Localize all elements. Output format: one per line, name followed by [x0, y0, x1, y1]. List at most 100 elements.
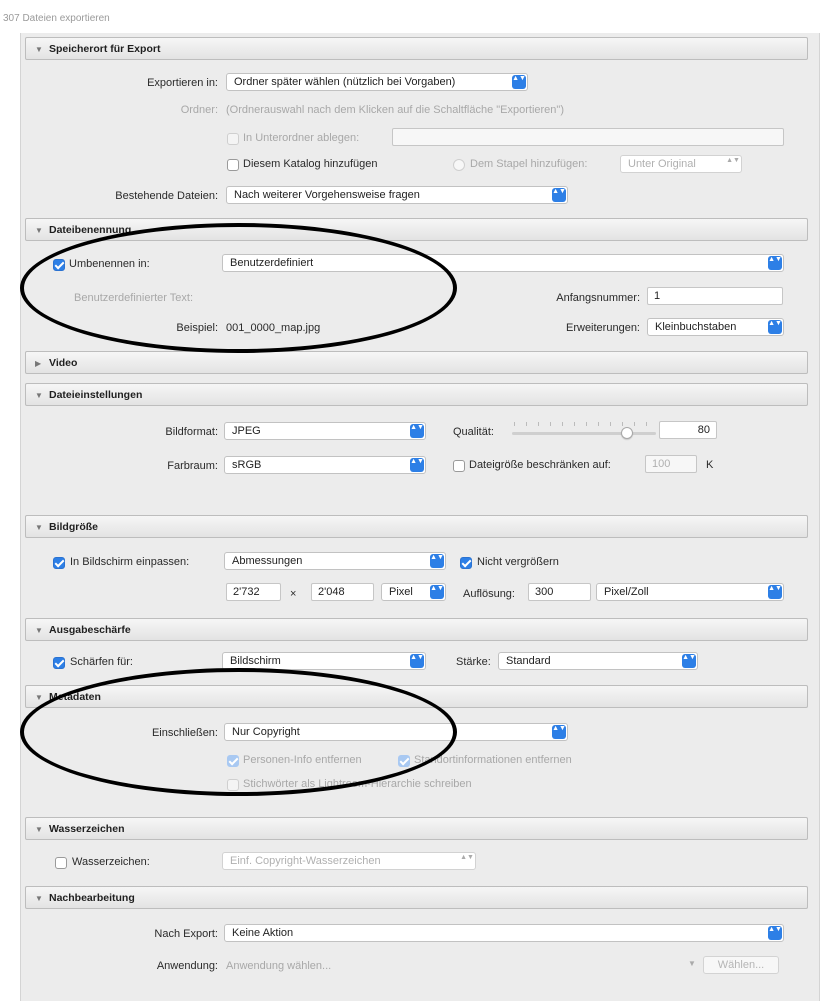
- einpassen-label: In Bildschirm einpassen:: [70, 556, 190, 568]
- einschliessen-label: Einschließen:: [151, 727, 218, 739]
- section-header-metadaten[interactable]: ▼ Metadaten: [25, 685, 808, 708]
- disclosure-expanded-icon: ▼: [35, 693, 43, 702]
- beispiel-label: Beispiel:: [176, 322, 218, 334]
- schaerfen-select[interactable]: Bildschirm ▲▼: [222, 652, 426, 670]
- benutzerdefinierter-text-label: Benutzerdefinierter Text:: [74, 292, 194, 304]
- farbraum-select[interactable]: sRGB ▲▼: [224, 456, 426, 474]
- hoehe-input[interactable]: 2'048: [311, 583, 374, 601]
- stepper-icon: ▲▼: [726, 157, 740, 164]
- anfangsnummer-label: Anfangsnummer:: [556, 292, 640, 304]
- umbenennen-select[interactable]: Benutzerdefiniert ▲▼: [222, 254, 784, 272]
- disclosure-expanded-icon: ▼: [35, 523, 43, 532]
- breite-input[interactable]: 2'732: [226, 583, 281, 601]
- aufloesung-input[interactable]: 300: [528, 583, 591, 601]
- wasserzeichen-label: Wasserzeichen:: [72, 856, 150, 868]
- katalog-checkbox[interactable]: [227, 159, 239, 171]
- beispiel-value: 001_0000_map.jpg: [226, 322, 321, 334]
- dateigroesse-unit: K: [706, 459, 714, 471]
- nicht-vergroessern-label: Nicht vergrößern: [477, 556, 559, 568]
- disclosure-expanded-icon: ▼: [35, 825, 43, 834]
- unterordner-input[interactable]: [392, 128, 784, 146]
- stapel-label: Dem Stapel hinzufügen:: [470, 158, 588, 170]
- stepper-icon: ▲▼: [410, 458, 424, 472]
- bildformat-label: Bildformat:: [165, 426, 218, 438]
- anwendung-dropdown-icon[interactable]: ▼: [688, 959, 696, 968]
- bildformat-select[interactable]: JPEG ▲▼: [224, 422, 426, 440]
- aufloesung-label: Auflösung:: [463, 588, 515, 600]
- section-header-speicherort[interactable]: ▼ Speicherort für Export: [25, 37, 808, 60]
- qualitaet-input[interactable]: 80: [659, 421, 717, 439]
- erweiterungen-select[interactable]: Kleinbuchstaben ▲▼: [647, 318, 784, 336]
- stepper-icon: ▲▼: [682, 654, 696, 668]
- section-header-bildgroesse[interactable]: ▼ Bildgröße: [25, 515, 808, 538]
- wasserzeichen-checkbox[interactable]: [55, 857, 67, 869]
- anwendung-value: Anwendung wählen...: [226, 960, 332, 972]
- aufloesung-einheit-select[interactable]: Pixel/Zoll ▲▼: [596, 583, 784, 601]
- bestehende-label: Bestehende Dateien:: [115, 190, 218, 202]
- stichwort-checkbox[interactable]: [227, 779, 239, 791]
- stepper-icon: ▲▼: [768, 256, 782, 270]
- einpassen-checkbox[interactable]: [53, 557, 65, 569]
- stepper-icon: ▲▼: [430, 554, 444, 568]
- export-in-select[interactable]: Ordner später wählen (nützlich bei Vorga…: [226, 73, 528, 91]
- stepper-icon: ▲▼: [768, 585, 782, 599]
- staerke-select[interactable]: Standard ▲▼: [498, 652, 698, 670]
- section-header-dateieinstellungen[interactable]: ▼ Dateieinstellungen: [25, 383, 808, 406]
- stepper-icon: ▲▼: [552, 188, 566, 202]
- einheit-select[interactable]: Pixel ▲▼: [381, 583, 446, 601]
- personen-checkbox[interactable]: [227, 755, 239, 767]
- section-header-ausgabeschaerfe[interactable]: ▼ Ausgabeschärfe: [25, 618, 808, 641]
- umbenennen-checkbox[interactable]: [53, 259, 65, 271]
- personen-label: Personen-Info entfernen: [243, 754, 362, 766]
- katalog-label: Diesem Katalog hinzufügen: [243, 158, 378, 170]
- section-header-dateibenennung[interactable]: ▼ Dateibenennung: [25, 218, 808, 241]
- disclosure-expanded-icon: ▼: [35, 391, 43, 400]
- stepper-icon: ▲▼: [410, 654, 424, 668]
- schaerfen-checkbox[interactable]: [53, 657, 65, 669]
- einschliessen-select[interactable]: Nur Copyright ▲▼: [224, 723, 568, 741]
- stichwort-label: Stichwörter als Lightroom-Hierarchie sch…: [243, 778, 472, 790]
- standort-checkbox[interactable]: [398, 755, 410, 767]
- stepper-icon: ▲▼: [768, 926, 782, 940]
- export-in-label: Exportieren in:: [147, 77, 218, 89]
- dateigroesse-checkbox[interactable]: [453, 460, 465, 472]
- qualitaet-slider[interactable]: [512, 432, 656, 435]
- disclosure-collapsed-icon: ▶: [35, 359, 42, 368]
- stapel-checkbox[interactable]: [453, 159, 465, 171]
- disclosure-expanded-icon: ▼: [35, 894, 43, 903]
- stepper-icon: ▲▼: [552, 725, 566, 739]
- stepper-icon: ▲▼: [410, 424, 424, 438]
- unterordner-checkbox[interactable]: [227, 133, 239, 145]
- disclosure-expanded-icon: ▼: [35, 45, 43, 54]
- section-header-wasserzeichen[interactable]: ▼ Wasserzeichen: [25, 817, 808, 840]
- bestehende-select[interactable]: Nach weiterer Vorgehensweise fragen ▲▼: [226, 186, 568, 204]
- unterordner-label: In Unterordner ablegen:: [243, 132, 360, 144]
- qualitaet-label: Qualität:: [453, 426, 494, 438]
- erweiterungen-label: Erweiterungen:: [566, 322, 640, 334]
- dateigroesse-label: Dateigröße beschränken auf:: [469, 459, 611, 471]
- window-title: 307 Dateien exportieren: [3, 13, 110, 24]
- stepper-icon: ▲▼: [512, 75, 526, 89]
- schaerfen-label: Schärfen für:: [70, 656, 133, 668]
- einpassen-select[interactable]: Abmessungen ▲▼: [224, 552, 446, 570]
- stapel-select[interactable]: Unter Original ▲▼: [620, 155, 742, 173]
- anfangsnummer-input[interactable]: 1: [647, 287, 783, 305]
- wasserzeichen-select[interactable]: Einf. Copyright-Wasserzeichen ▲▼: [222, 852, 476, 870]
- staerke-label: Stärke:: [456, 656, 491, 668]
- dateigroesse-input[interactable]: 100: [645, 455, 697, 473]
- farbraum-label: Farbraum:: [167, 460, 218, 472]
- umbenennen-label: Umbenennen in:: [69, 258, 150, 270]
- nicht-vergroessern-checkbox[interactable]: [460, 557, 472, 569]
- standort-label: Standortinformationen entfernen: [414, 754, 572, 766]
- times-symbol: ×: [290, 588, 297, 600]
- ordner-label: Ordner:: [180, 104, 218, 116]
- stepper-icon: ▲▼: [768, 320, 782, 334]
- section-header-video[interactable]: ▶ Video: [25, 351, 808, 374]
- qualitaet-slider-ticks: [514, 422, 654, 426]
- disclosure-expanded-icon: ▼: [35, 226, 43, 235]
- nach-export-select[interactable]: Keine Aktion ▲▼: [224, 924, 784, 942]
- section-header-nachbearbeitung[interactable]: ▼ Nachbearbeitung: [25, 886, 808, 909]
- stepper-icon: ▲▼: [460, 854, 474, 861]
- nach-export-label: Nach Export:: [154, 928, 218, 940]
- waehlen-button[interactable]: Wählen...: [703, 956, 779, 974]
